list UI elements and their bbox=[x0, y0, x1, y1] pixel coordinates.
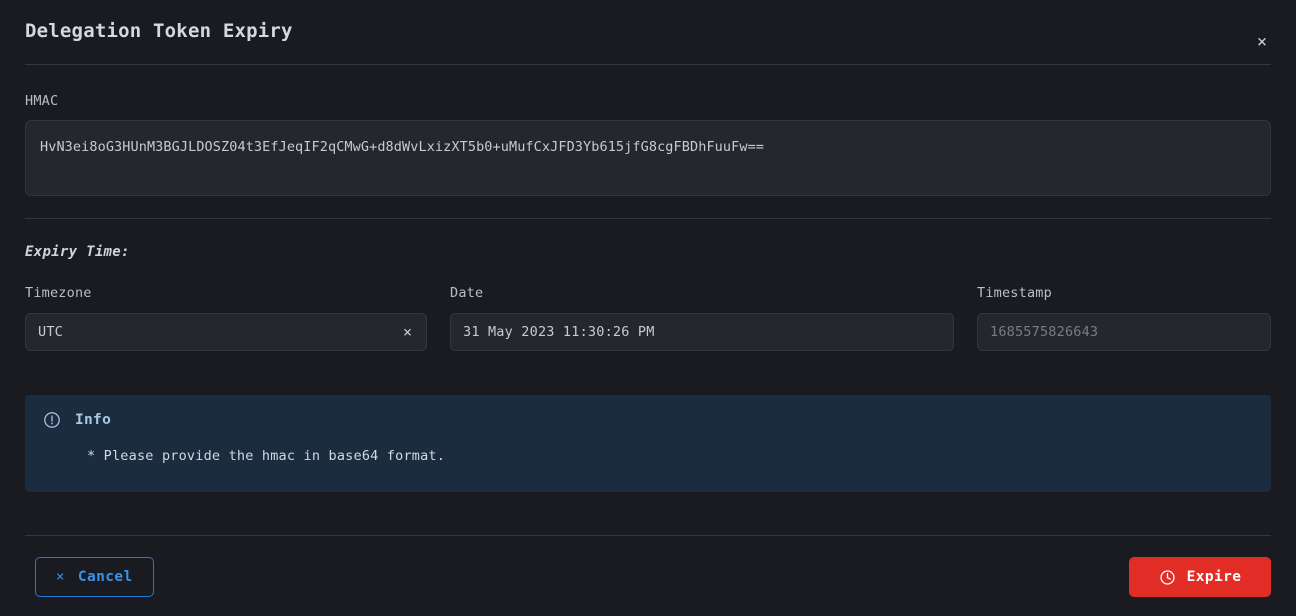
hmac-input[interactable]: HvN3ei8oG3HUnM3BGJLDOSZ04t3EfJeqIF2qCMwG… bbox=[25, 120, 1271, 196]
page-title: Delegation Token Expiry bbox=[25, 20, 293, 42]
clock-icon bbox=[1160, 569, 1175, 585]
delegation-token-expiry-dialog: Delegation Token Expiry × HMAC HvN3ei8oG… bbox=[0, 0, 1296, 616]
cancel-button-label: Cancel bbox=[77, 569, 133, 585]
info-callout: Info * Please provide the hmac in base64… bbox=[25, 395, 1271, 492]
section-divider bbox=[25, 218, 1271, 219]
expiry-time-heading: Expiry Time: bbox=[25, 244, 130, 260]
expire-button-label: Expire bbox=[1186, 569, 1242, 585]
date-value: 31 May 2023 11:30:26 PM bbox=[463, 324, 655, 340]
header-divider bbox=[25, 64, 1271, 65]
footer-divider bbox=[25, 535, 1271, 536]
timezone-select[interactable]: UTC × bbox=[25, 313, 427, 351]
expire-button[interactable]: Expire bbox=[1129, 557, 1271, 597]
info-message: * Please provide the hmac in base64 form… bbox=[87, 448, 446, 464]
timestamp-input[interactable]: 1685575826643 bbox=[977, 313, 1271, 351]
hmac-label: HMAC bbox=[25, 93, 59, 109]
dialog-header: Delegation Token Expiry × bbox=[0, 0, 1296, 64]
timezone-label: Timezone bbox=[25, 285, 92, 301]
info-header: Info bbox=[43, 409, 1253, 431]
exclamation-circle-icon bbox=[44, 412, 60, 428]
timestamp-value: 1685575826643 bbox=[990, 324, 1099, 340]
timestamp-label: Timestamp bbox=[977, 285, 1052, 301]
hmac-value: HvN3ei8oG3HUnM3BGJLDOSZ04t3EfJeqIF2qCMwG… bbox=[40, 139, 765, 155]
close-icon: × bbox=[56, 569, 65, 585]
date-input[interactable]: 31 May 2023 11:30:26 PM bbox=[450, 313, 954, 351]
info-title: Info bbox=[75, 412, 112, 428]
timezone-clear-icon[interactable]: × bbox=[401, 324, 414, 340]
cancel-button[interactable]: × Cancel bbox=[35, 557, 154, 597]
timezone-value: UTC bbox=[38, 324, 63, 340]
close-icon[interactable]: × bbox=[1249, 29, 1275, 55]
date-label: Date bbox=[450, 285, 484, 301]
